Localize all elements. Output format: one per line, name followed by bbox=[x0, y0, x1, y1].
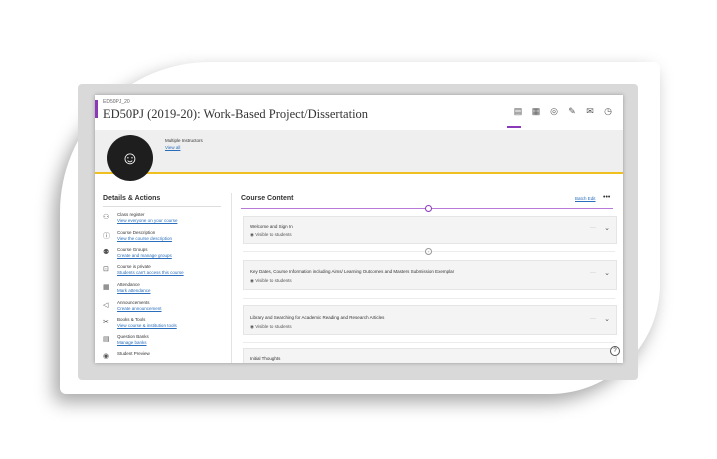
content-item-title[interactable]: Initial Thoughts bbox=[250, 356, 280, 361]
details-item-course-description[interactable]: ⓘ Course Description View the course des… bbox=[103, 230, 228, 246]
course-page: ED50PJ_20 ED50PJ (2019-20): Work-Based P… bbox=[95, 95, 623, 363]
column-divider bbox=[231, 193, 232, 363]
content-item[interactable]: Welcome and Sign In ◉ Visible to student… bbox=[243, 216, 617, 244]
groups-icon: ⚉ bbox=[103, 249, 110, 256]
instructors-label: Multiple Instructors bbox=[165, 138, 203, 143]
discussions-icon[interactable]: ◎ bbox=[549, 106, 559, 117]
calendar-icon[interactable]: ▦ bbox=[531, 106, 541, 117]
course-nav: ▤ ▦ ◎ ✎ ✉ ◷ bbox=[513, 106, 613, 117]
course-id: ED50PJ_20 bbox=[103, 99, 130, 105]
megaphone-icon: ◁ bbox=[103, 302, 109, 309]
details-divider bbox=[103, 206, 221, 207]
attendance-icon: ▦ bbox=[103, 284, 110, 291]
details-item-title: Attendance bbox=[117, 282, 140, 287]
tools-icon: ✂ bbox=[103, 319, 109, 326]
details-item-question-banks[interactable]: ▤ Question Banks Manage banks bbox=[103, 334, 228, 350]
details-item-title: Student Preview bbox=[117, 351, 150, 356]
visibility-status[interactable]: ◉ Visible to students bbox=[250, 232, 292, 238]
view-all-link[interactable]: View all bbox=[165, 145, 180, 150]
gradebook-icon[interactable]: ✎ bbox=[567, 106, 577, 117]
batch-edit-link[interactable]: Batch Edit bbox=[575, 196, 596, 201]
help-button[interactable]: ? bbox=[610, 346, 620, 356]
content-item[interactable]: Library and Searching for Academic Readi… bbox=[243, 305, 617, 335]
group-icon: ☺ bbox=[120, 147, 140, 168]
details-item-title: Books & Tools bbox=[117, 317, 146, 322]
add-content-line bbox=[243, 342, 615, 343]
details-item-link[interactable]: Create announcement bbox=[117, 306, 162, 311]
details-item-link[interactable]: Students can't access this course bbox=[117, 270, 184, 275]
course-banner bbox=[95, 130, 623, 174]
details-item-books-tools[interactable]: ✂ Books & Tools View course & institutio… bbox=[103, 317, 228, 333]
details-item-student-preview[interactable]: ◉ Student Preview bbox=[103, 351, 228, 363]
chevron-down-icon[interactable]: ⌄ bbox=[604, 224, 610, 232]
add-content-button[interactable] bbox=[425, 205, 432, 212]
analytics-icon[interactable]: ◷ bbox=[603, 106, 613, 117]
details-item-link[interactable]: View the course description bbox=[117, 236, 172, 241]
details-item-link[interactable]: Create and manage groups bbox=[117, 253, 172, 258]
details-item-announcements[interactable]: ◁ Announcements Create announcement bbox=[103, 300, 228, 316]
lock-icon: ⊡ bbox=[103, 266, 109, 273]
page-title: ED50PJ (2019-20): Work-Based Project/Dis… bbox=[103, 107, 369, 121]
details-item-title: Question Banks bbox=[117, 334, 149, 339]
visibility-status[interactable]: ◉ Visible to students bbox=[250, 278, 292, 284]
chevron-down-icon[interactable]: ⌄ bbox=[604, 315, 610, 323]
details-heading: Details & Actions bbox=[103, 195, 161, 202]
plus-icon[interactable]: + bbox=[425, 248, 432, 255]
item-options-icon[interactable]: ··· bbox=[590, 270, 596, 276]
details-item-link[interactable]: View course & institution tools bbox=[117, 323, 177, 328]
people-icon: ⚇ bbox=[103, 214, 110, 221]
content-item[interactable]: Key Dates, Course Information including … bbox=[243, 260, 617, 290]
content-item-title[interactable]: Key Dates, Course Information including … bbox=[250, 269, 454, 274]
details-item-privacy[interactable]: ⊡ Course is private Students can't acces… bbox=[103, 264, 228, 280]
question-bank-icon: ▤ bbox=[103, 336, 110, 343]
content-heading: Course Content bbox=[241, 195, 294, 202]
content-item[interactable]: Initial Thoughts bbox=[243, 348, 617, 363]
info-icon: ⓘ bbox=[103, 233, 110, 240]
details-item-class-register[interactable]: ⚇ Class register View everyone on your c… bbox=[103, 212, 228, 228]
item-options-icon[interactable]: ··· bbox=[590, 225, 596, 231]
details-item-link[interactable]: Mark attendance bbox=[117, 288, 151, 293]
details-item-title: Course Groups bbox=[117, 247, 148, 252]
content-item-title[interactable]: Welcome and Sign In bbox=[250, 224, 293, 229]
more-options-button[interactable]: ••• bbox=[603, 194, 610, 201]
course-avatar: ☺ bbox=[107, 135, 153, 181]
add-content-line bbox=[243, 298, 615, 299]
visibility-status[interactable]: ◉ Visible to students bbox=[250, 324, 292, 330]
details-item-title: Course Description bbox=[117, 230, 156, 235]
details-item-course-groups[interactable]: ⚉ Course Groups Create and manage groups bbox=[103, 247, 228, 263]
content-icon[interactable]: ▤ bbox=[513, 106, 523, 117]
details-item-link[interactable]: View everyone on your course bbox=[117, 218, 177, 223]
details-item-attendance[interactable]: ▦ Attendance Mark attendance bbox=[103, 282, 228, 298]
preview-icon: ◉ bbox=[103, 353, 110, 360]
details-item-title: Announcements bbox=[117, 300, 150, 305]
chevron-down-icon[interactable]: ⌄ bbox=[604, 269, 610, 277]
content-item-title[interactable]: Library and Searching for Academic Readi… bbox=[250, 315, 384, 320]
item-options-icon[interactable]: ··· bbox=[590, 316, 596, 322]
active-tab-indicator bbox=[507, 126, 521, 128]
messages-icon[interactable]: ✉ bbox=[585, 106, 595, 117]
details-item-title: Class register bbox=[117, 212, 145, 217]
details-item-title: Course is private bbox=[117, 264, 151, 269]
title-accent-bar bbox=[95, 100, 98, 118]
details-item-link[interactable]: Manage banks bbox=[117, 340, 147, 345]
